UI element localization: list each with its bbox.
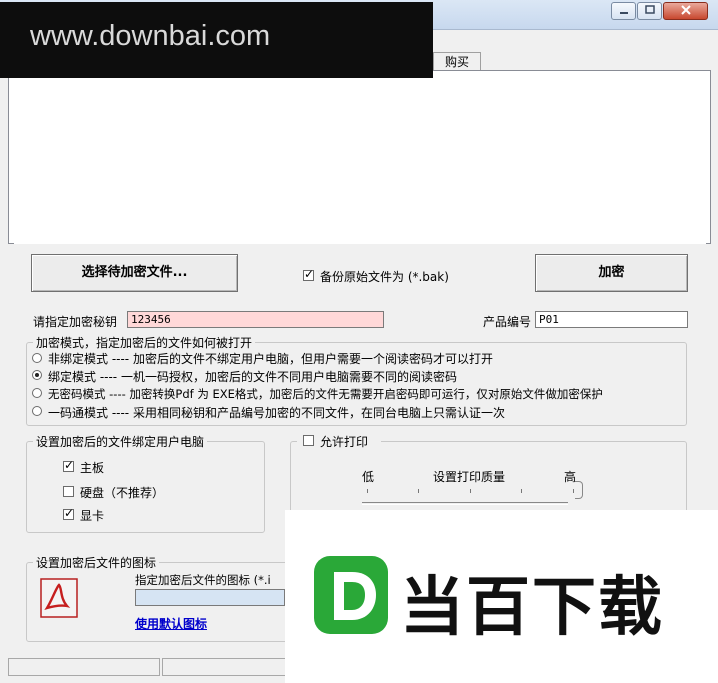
status-bar-pane	[8, 658, 160, 676]
icon-path-input[interactable]	[135, 589, 285, 606]
close-icon	[680, 5, 691, 15]
minimize-icon	[619, 12, 628, 14]
select-file-label: 选择待加密文件...	[81, 265, 188, 280]
bind-graphics-checkbox[interactable]	[63, 506, 74, 520]
use-default-icon-link[interactable]: 使用默认图标	[135, 615, 207, 632]
key-input[interactable]: 123456	[127, 311, 384, 328]
mode-label-onecode: 一码通模式 ---- 采用相同秘钥和产品编号加密的不同文件，在同台电脑上只需认证…	[48, 406, 505, 420]
bind-harddisk-label: 硬盘（不推荐）	[80, 486, 165, 500]
quality-tick	[521, 489, 522, 493]
quality-tick	[418, 489, 419, 493]
icon-group-title: 设置加密后文件的图标	[33, 554, 160, 571]
maximize-button[interactable]	[637, 2, 662, 20]
encrypt-label: 加密	[598, 265, 625, 280]
bind-group-title: 设置加密后的文件绑定用户电脑	[33, 433, 208, 450]
select-file-button[interactable]: 选择待加密文件...	[31, 254, 238, 292]
allow-print-label: 允许打印	[320, 435, 369, 449]
quality-tick	[367, 489, 368, 493]
allow-print-checkbox[interactable]	[303, 435, 314, 446]
bind-mainboard-label: 主板	[80, 461, 105, 475]
mode-group-title: 加密模式，指定加密后的文件如何被打开	[33, 334, 256, 351]
maximize-icon	[644, 5, 655, 14]
watermark-text: www.downbai.com	[30, 20, 271, 52]
pdf-file-icon	[40, 578, 78, 618]
tab-purchase[interactable]: 购买	[433, 52, 481, 71]
bind-graphics-label: 显卡	[80, 509, 105, 523]
mode-radio-bound[interactable]	[32, 370, 42, 380]
key-label: 请指定加密秘钥	[33, 315, 118, 329]
mode-label-bound: 绑定模式 ---- 一机一码授权，加密后的文件不同用户电脑需要不同的阅读密码	[48, 370, 457, 384]
product-input[interactable]: P01	[535, 311, 688, 328]
brand-watermark: 当百下载	[285, 510, 718, 683]
product-label: 产品编号	[483, 315, 532, 329]
minimize-button[interactable]	[611, 2, 636, 20]
quality-title: 设置打印质量	[433, 470, 506, 484]
bind-mainboard-checkbox[interactable]	[63, 458, 74, 472]
quality-slider-thumb[interactable]	[575, 481, 583, 499]
mode-radio-onecode[interactable]	[32, 406, 42, 416]
watermark-banner: www.downbai.com	[0, 2, 433, 78]
mode-label-unbound: 非绑定模式 ---- 加密后的文件不绑定用户电脑，但用户需要一个阅读密码才可以打…	[48, 352, 493, 366]
icon-field-label: 指定加密后文件的图标 (*.i	[135, 573, 271, 587]
brand-logo-icon	[314, 556, 388, 634]
quality-slider-track[interactable]	[362, 502, 568, 505]
close-button[interactable]	[663, 2, 708, 20]
file-list[interactable]	[14, 76, 706, 244]
mode-label-nopassword: 无密码模式 ---- 加密转换Pdf 为 EXE格式，加密后的文件无需要开启密码…	[48, 387, 603, 401]
quality-tick	[470, 489, 471, 493]
quality-tick	[573, 489, 574, 493]
mode-radio-nopassword[interactable]	[32, 388, 42, 398]
backup-checkbox[interactable]	[303, 267, 314, 281]
tab-purchase-label: 购买	[444, 55, 469, 69]
brand-text: 当百下载	[400, 571, 664, 645]
quality-low-label: 低	[362, 470, 375, 484]
mode-radio-unbound[interactable]	[32, 353, 42, 363]
backup-label: 备份原始文件为 (*.bak)	[320, 270, 449, 284]
bind-harddisk-checkbox[interactable]	[63, 486, 74, 497]
encrypt-button[interactable]: 加密	[535, 254, 688, 292]
